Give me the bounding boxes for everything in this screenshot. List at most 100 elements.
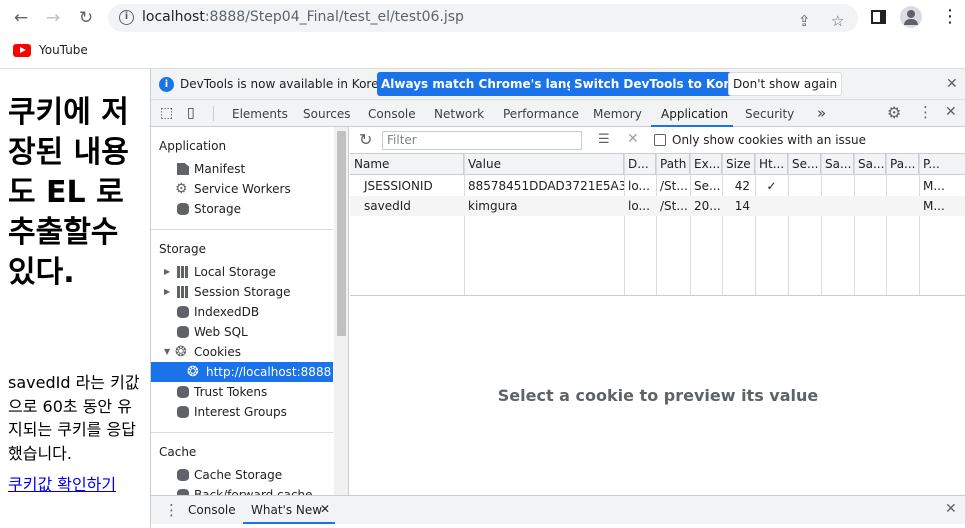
column-httponly[interactable]: Ht...: [755, 154, 788, 175]
cookie-httponly: ✓: [766, 179, 777, 193]
inspect-element-icon[interactable]: ⬚: [160, 105, 173, 121]
tab-security[interactable]: Security: [745, 107, 794, 121]
sidebar-item-label: Trust Tokens: [194, 385, 268, 399]
cookie-priority: M...: [923, 199, 945, 213]
filter-input[interactable]: Filter: [382, 131, 582, 150]
site-info-icon[interactable]: i: [119, 10, 134, 25]
sidebar-item-label: Storage: [194, 202, 241, 216]
close-icon[interactable]: ✕: [946, 76, 958, 92]
page-paragraph: savedId 라는 키값으로 60초 동안 유지되는 쿠키를 응답했습니다.: [8, 373, 140, 463]
more-tabs-icon[interactable]: »: [817, 104, 826, 122]
sidebar-item-indexeddb[interactable]: IndexedDB: [151, 302, 333, 322]
expand-arrow-icon[interactable]: ▶: [164, 282, 170, 302]
settings-gear-icon[interactable]: ⚙: [887, 103, 901, 122]
page-heading: 쿠키에 저장된 내용도 EL 로 추출할수 있다.: [8, 95, 129, 290]
sidebar-item-label: Cookies: [194, 345, 241, 359]
drawer-menu-icon[interactable]: ⋮: [164, 501, 179, 519]
column-path[interactable]: Path: [656, 154, 690, 175]
tab-elements[interactable]: Elements: [232, 107, 288, 121]
only-issues-checkbox[interactable]: [654, 134, 666, 146]
web-page: 쿠키에 저장된 내용도 EL 로 추출할수 있다. savedId 라는 키값으…: [0, 69, 150, 528]
divider: [151, 432, 333, 433]
side-panel-icon[interactable]: [871, 10, 886, 24]
sidebar-item-label: Back/forward cache: [194, 488, 313, 495]
tab-application[interactable]: Application: [661, 107, 728, 121]
expand-arrow-icon[interactable]: ▶: [164, 262, 170, 282]
devtools-menu-icon[interactable]: ⋮: [918, 103, 933, 121]
avatar[interactable]: [900, 6, 922, 28]
database-icon: [177, 306, 189, 318]
table-row[interactable]: savedId kimgura lo... /St... 20... 14 M.…: [350, 196, 965, 216]
column-samesite[interactable]: Sa...: [821, 154, 854, 175]
tab-memory[interactable]: Memory: [593, 107, 642, 121]
delete-selected-icon[interactable]: ✕: [627, 131, 639, 147]
sidebar-item-local-storage[interactable]: ▶ Local Storage: [151, 262, 333, 282]
cookie-name: savedId: [364, 199, 411, 213]
sidebar-scroll-thumb[interactable]: [337, 131, 346, 336]
bookmark-youtube[interactable]: YouTube: [13, 42, 88, 58]
tab-performance[interactable]: Performance: [503, 107, 579, 121]
section-cache: Cache: [159, 445, 197, 459]
cookie-domain: lo...: [628, 199, 650, 213]
tab-console[interactable]: Console: [368, 107, 416, 121]
column-domain[interactable]: D...: [624, 154, 656, 175]
sidebar-item-label: Manifest: [194, 162, 246, 176]
drawer-tab-indicator: [243, 522, 335, 524]
gear-icon: ⚙: [175, 181, 188, 197]
collapse-arrow-icon[interactable]: ▼: [164, 342, 170, 362]
application-sidebar: Application Manifest ⚙ Service Workers S…: [151, 127, 349, 495]
tab-sources[interactable]: Sources: [303, 107, 350, 121]
column-partition-key[interactable]: Pa...: [886, 154, 919, 175]
dont-show-again-button[interactable]: Don't show again: [728, 72, 843, 96]
drawer-tabbar: ⋮ Console What's New ✕ ✕: [151, 495, 965, 524]
drawer-tab-whats-new[interactable]: What's New: [251, 503, 322, 517]
back-icon[interactable]: ←: [10, 7, 32, 29]
column-size[interactable]: Size: [722, 154, 755, 175]
sidebar-item-cookie-origin[interactable]: ❂ http://localhost:8888: [151, 362, 333, 382]
table-row[interactable]: JSESSIONID 88578451DDAD3721E5A3... lo...…: [350, 176, 965, 196]
close-devtools-icon[interactable]: ✕: [945, 104, 957, 120]
tab-network[interactable]: Network: [434, 107, 484, 121]
cookie-check-link[interactable]: 쿠키값 확인하기: [8, 471, 116, 495]
database-icon: [177, 326, 189, 338]
cookie-icon: ❂: [187, 364, 199, 380]
bookmark-star-icon[interactable]: ☆: [831, 12, 844, 30]
sidebar-item-back-forward-cache[interactable]: Back/forward cache: [151, 485, 333, 495]
refresh-icon[interactable]: ↻: [359, 130, 372, 149]
reload-icon[interactable]: ↻: [75, 7, 97, 29]
close-drawer-tab-icon[interactable]: ✕: [320, 502, 330, 516]
sidebar-item-web-sql[interactable]: Web SQL: [151, 322, 333, 342]
sidebar-item-cookies[interactable]: ▼ ❂ Cookies: [151, 342, 333, 362]
sidebar-item-label: Interest Groups: [194, 405, 287, 419]
cookie-path: /St...: [660, 199, 688, 213]
database-icon: [177, 203, 189, 215]
cookie-icon: ❂: [175, 344, 187, 360]
database-icon: [177, 406, 189, 418]
sidebar-item-cache-storage[interactable]: Cache Storage: [151, 465, 333, 485]
column-name[interactable]: Name: [350, 154, 464, 175]
sidebar-item-manifest[interactable]: Manifest: [151, 159, 333, 179]
column-expires[interactable]: Ex...: [690, 154, 722, 175]
grid-icon: [177, 266, 189, 278]
menu-kebab-icon[interactable]: ⋮: [941, 6, 959, 27]
section-storage: Storage: [159, 242, 206, 256]
sidebar-item-trust-tokens[interactable]: Trust Tokens: [151, 382, 333, 402]
sidebar-item-service-workers[interactable]: ⚙ Service Workers: [151, 179, 333, 199]
database-icon: [177, 386, 189, 398]
sidebar-item-interest-groups[interactable]: Interest Groups: [151, 402, 333, 422]
device-toolbar-icon[interactable]: ▯: [187, 105, 195, 121]
column-value[interactable]: Value: [464, 154, 624, 175]
sidebar-item-session-storage[interactable]: ▶ Session Storage: [151, 282, 333, 302]
address-bar[interactable]: i localhost:8888/Step04_Final/test_el/te…: [108, 4, 858, 32]
close-drawer-icon[interactable]: ✕: [945, 501, 957, 517]
sidebar-item-label: http://localhost:8888: [206, 365, 332, 379]
share-icon[interactable]: ⇪: [798, 12, 811, 30]
column-secure[interactable]: Se...: [788, 154, 821, 175]
infobar-text: DevTools is now available in Korean!: [180, 77, 399, 91]
clear-filtered-icon[interactable]: ☰: [598, 132, 610, 147]
sidebar-item-storage[interactable]: Storage: [151, 199, 333, 219]
forward-icon[interactable]: →: [42, 7, 64, 29]
column-sameparty[interactable]: Sa...: [854, 154, 886, 175]
drawer-tab-console[interactable]: Console: [188, 503, 236, 517]
column-priority[interactable]: P...: [919, 154, 965, 175]
